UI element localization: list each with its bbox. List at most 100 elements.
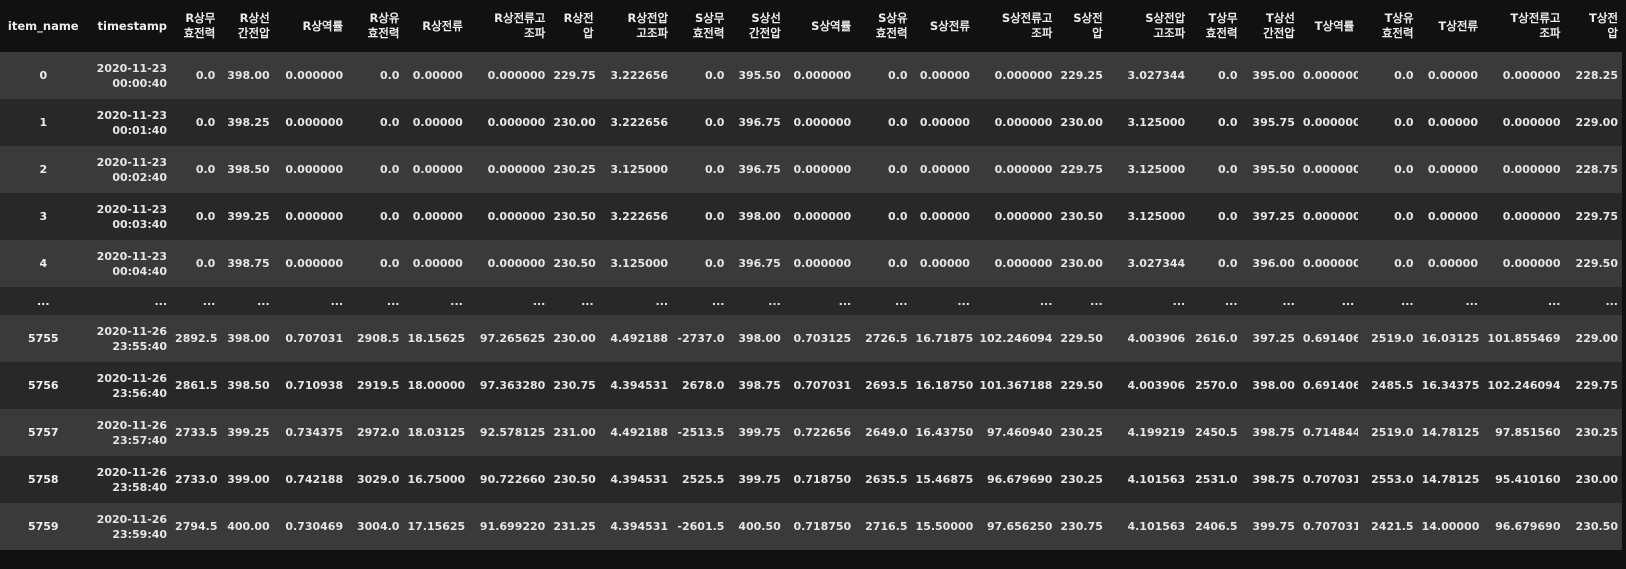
table-cell: 0.00000	[1417, 52, 1482, 99]
table-cell: 0.000000	[1481, 52, 1565, 99]
table-cell: 0.703125	[784, 315, 856, 362]
row-index: ...	[0, 287, 87, 315]
table-cell: 230.50	[549, 456, 598, 503]
table-cell: 229.25	[1056, 52, 1107, 99]
table-cell: 230.00	[1056, 99, 1107, 146]
table-cell: 396.75	[728, 240, 785, 287]
table-cell: 399.25	[219, 193, 274, 240]
table-cell: 0.000000	[1481, 146, 1565, 193]
table-cell: 0.000000	[973, 193, 1057, 240]
table-row: 3 2020-11-23 00:03:40 0.0 399.25 0.000000 0.0…	[0, 193, 1622, 240]
table-cell: 395.75	[1241, 99, 1299, 146]
table-cell: 4.492188	[597, 315, 673, 362]
table-cell: 2519.0	[1358, 409, 1418, 456]
table-cell: 18.00000	[403, 362, 467, 409]
table-cell: 0.000000	[1481, 99, 1565, 146]
table-cell: 92.578125	[466, 409, 550, 456]
table-cell: 14.78125	[1417, 409, 1482, 456]
table-cell: 0.0	[171, 240, 220, 287]
row-index: 4	[0, 240, 87, 287]
table-cell: 2450.5	[1189, 409, 1242, 456]
table-cell: 2616.0	[1189, 315, 1242, 362]
table-cell: 398.00	[219, 52, 274, 99]
table-cell: 0.0	[1189, 52, 1242, 99]
table-cell: 230.25	[1056, 409, 1107, 456]
table-cell: 16.03125	[1417, 315, 1482, 362]
table-cell: 0.722656	[784, 409, 856, 456]
column-header: T상역률	[1298, 0, 1359, 52]
table-cell: 0.00000	[911, 52, 974, 99]
table-cell: 230.50	[549, 240, 598, 287]
table-cell: 2635.5	[855, 456, 912, 503]
table-cell: ...	[171, 287, 220, 315]
table-cell: 18.15625	[403, 315, 467, 362]
table-row: 0 2020-11-23 00:00:40 0.0 398.00 0.000000 0.0…	[0, 52, 1622, 99]
table-cell: 0.000000	[273, 146, 348, 193]
table-cell: 4.101563	[1106, 503, 1190, 550]
table-cell: 4.394531	[597, 362, 673, 409]
table-cell: 2649.0	[855, 409, 912, 456]
table-cell: 2553.0	[1358, 456, 1418, 503]
table-cell: 0.0	[672, 193, 729, 240]
table-cell: 0.000000	[973, 146, 1057, 193]
table-row: 2 2020-11-23 00:02:40 0.0 398.50 0.000000 0.0…	[0, 146, 1622, 193]
table-cell: 96.679690	[1481, 503, 1565, 550]
table-cell: 90.722660	[466, 456, 550, 503]
table-cell: 3.027344	[1106, 52, 1190, 99]
timestamp-cell: 2020-11-23 00:04:40	[86, 240, 172, 287]
table-cell: 0.707031	[784, 362, 856, 409]
table-cell: 398.00	[1241, 362, 1299, 409]
table-cell: 0.0	[1189, 193, 1242, 240]
column-header: T상유 효전력	[1358, 0, 1418, 52]
table-cell: 399.75	[1241, 503, 1299, 550]
table-cell: 15.46875	[911, 456, 974, 503]
table-cell: 0.00000	[911, 193, 974, 240]
table-cell: ...	[1189, 287, 1242, 315]
table-cell: 0.000000	[1481, 240, 1565, 287]
table-cell: 398.75	[1241, 409, 1299, 456]
table-cell: 0.0	[855, 52, 912, 99]
table-cell: 2485.5	[1358, 362, 1418, 409]
table-cell: 0.0	[171, 146, 220, 193]
table-cell: 14.78125	[1417, 456, 1482, 503]
table-cell: 398.75	[728, 362, 785, 409]
timestamp-cell: 2020-11-23 00:01:40	[86, 99, 172, 146]
table-cell: 0.718750	[784, 503, 856, 550]
table-cell: 0.707031	[1298, 503, 1359, 550]
table-cell: 0.0	[171, 193, 220, 240]
column-header: S상무 효전력	[672, 0, 729, 52]
table-cell: 102.246094	[973, 315, 1057, 362]
table-cell: 0.00000	[1417, 240, 1482, 287]
table-cell: ...	[549, 287, 598, 315]
timestamp-cell: ...	[86, 287, 172, 315]
table-cell: 0.0	[1189, 146, 1242, 193]
table-cell: 2733.0	[171, 456, 220, 503]
table-cell: 0.0	[171, 52, 220, 99]
table-cell: 229.00	[1564, 99, 1622, 146]
table-cell: 3.027344	[1106, 240, 1190, 287]
table-cell: 0.000000	[784, 52, 856, 99]
column-header: R상무 효전력	[171, 0, 220, 52]
table-cell: 3.125000	[1106, 146, 1190, 193]
table-cell: 0.000000	[466, 99, 550, 146]
table-row: 5756 2020-11-26 23:56:40 2861.5 398.50 0.710…	[0, 362, 1622, 409]
table-cell: 2519.0	[1358, 315, 1418, 362]
table-cell: 3.125000	[1106, 99, 1190, 146]
table-cell: 14.00000	[1417, 503, 1482, 550]
table-cell: 0.00000	[1417, 99, 1482, 146]
column-header: S상전 압	[1056, 0, 1107, 52]
table-cell: 2525.5	[672, 456, 729, 503]
table-cell: 2678.0	[672, 362, 729, 409]
table-cell: 0.00000	[911, 99, 974, 146]
table-cell: ...	[1417, 287, 1482, 315]
table-cell: 399.00	[219, 456, 274, 503]
table-cell: 0.0	[1358, 193, 1418, 240]
table-cell: 3.125000	[597, 240, 673, 287]
table-cell: 2861.5	[171, 362, 220, 409]
table-cell: 0.734375	[273, 409, 348, 456]
table-cell: 101.855469	[1481, 315, 1565, 362]
table-cell: ...	[219, 287, 274, 315]
table-cell: 16.71875	[911, 315, 974, 362]
table-cell: 0.742188	[273, 456, 348, 503]
row-index: 3	[0, 193, 87, 240]
